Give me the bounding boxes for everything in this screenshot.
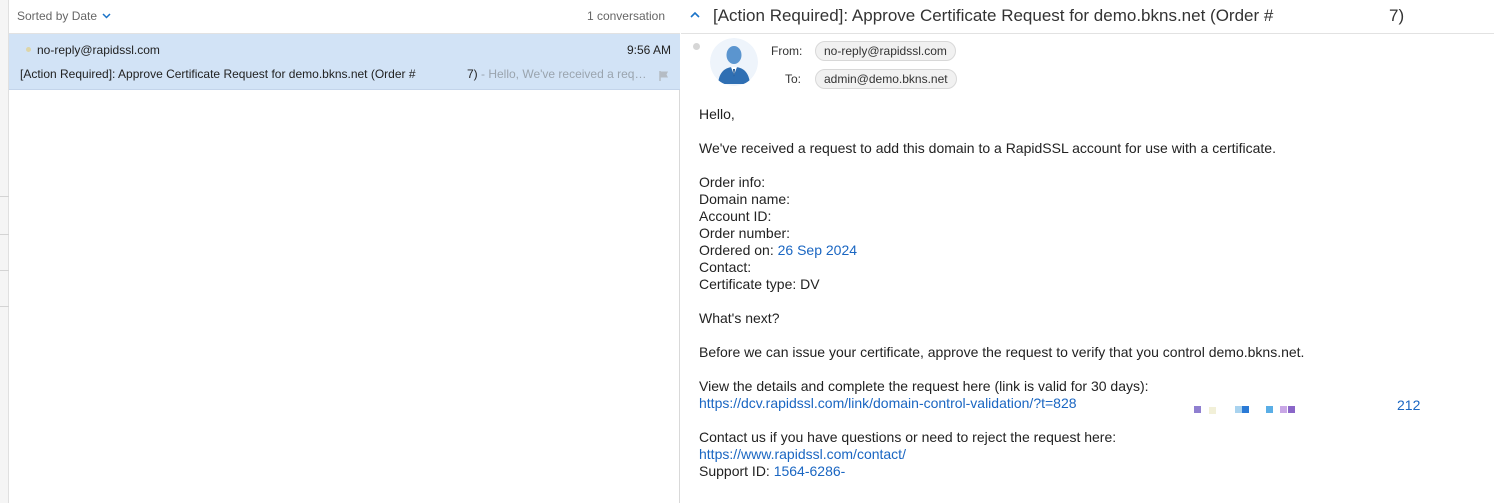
contact-link[interactable]: https://www.rapidssl.com/contact/ (699, 446, 906, 462)
message-time: 9:56 AM (626, 43, 671, 57)
conversation-count: 1 conversation (586, 9, 665, 23)
read-status-icon[interactable] (693, 43, 700, 50)
support-id-label: Support ID: (699, 463, 774, 479)
flag-icon[interactable] (658, 69, 670, 81)
contact-line: Contact: (699, 259, 752, 275)
recipient-address-chip[interactable]: admin@demo.bkns.net (815, 69, 957, 89)
whats-next-heading: What's next? (699, 310, 780, 326)
view-details-text: View the details and complete the reques… (699, 378, 1149, 394)
message-subject: [Action Required]: Approve Certificate R… (20, 67, 416, 81)
sender-address-chip[interactable]: no-reply@rapidssl.com (815, 41, 956, 61)
before-issue-text: Before we can issue your certificate, ap… (699, 344, 1305, 360)
ordered-on-label: Ordered on: (699, 242, 778, 258)
email-subject-tail: 7) (1389, 6, 1405, 25)
dcv-link[interactable]: https://dcv.rapidssl.com/link/domain-con… (699, 395, 1077, 411)
reading-pane-header: [Action Required]: Approve Certificate R… (681, 0, 1494, 34)
order-number-line: Order number: (699, 225, 791, 241)
mail-app: Sorted by Date 1 conversation no-reply@r… (0, 0, 1494, 503)
email-subject: [Action Required]: Approve Certificate R… (713, 6, 1274, 25)
redaction-pixel (1194, 406, 1201, 413)
from-label: From: (771, 44, 803, 58)
redaction-pixel (1235, 406, 1242, 413)
message-list-item[interactable]: no-reply@rapidssl.com 9:56 AM [Action Re… (9, 34, 680, 90)
to-label: To: (785, 72, 802, 86)
email-body: Hello, We've received a request to add t… (699, 106, 1479, 480)
redaction-pixel (1242, 406, 1249, 413)
redaction-pixel (1288, 406, 1295, 413)
support-id-value[interactable]: 1564-6286- (774, 463, 846, 479)
message-list-header: Sorted by Date 1 conversation (9, 0, 680, 34)
message-preview: - Hello, We've received a request to add… (481, 67, 652, 81)
divider (0, 196, 9, 197)
reading-pane: [Action Required]: Approve Certificate R… (681, 0, 1494, 503)
divider (0, 234, 9, 235)
unread-indicator-icon (26, 47, 31, 52)
chevron-up-icon[interactable] (688, 8, 702, 22)
dcv-link-tail[interactable]: 212 (1397, 397, 1420, 413)
domain-name-line: Domain name: (699, 191, 791, 207)
contact-us-text: Contact us if you have questions or need… (699, 429, 1117, 445)
intro-text: We've received a request to add this dom… (699, 140, 1276, 156)
chevron-down-icon (102, 11, 111, 22)
folder-pane-edge[interactable] (0, 0, 9, 503)
divider (0, 270, 9, 271)
redaction-pixel (1266, 406, 1273, 413)
message-list-pane: Sorted by Date 1 conversation no-reply@r… (9, 0, 680, 503)
avatar (710, 38, 758, 86)
sort-button[interactable]: Sorted by Date (17, 9, 111, 23)
message-subject-tail: 7) (467, 67, 478, 81)
redaction-pixel (1209, 407, 1216, 414)
certificate-type-line: Certificate type: DV (699, 276, 820, 292)
message-sender: no-reply@rapidssl.com (37, 43, 160, 57)
greeting: Hello, (699, 106, 735, 122)
ordered-on-line: Ordered on: 26 Sep 2024 (699, 242, 1479, 259)
redaction-pixel (1280, 406, 1287, 413)
sort-label: Sorted by Date (17, 9, 98, 23)
support-id-line: Support ID: 1564-6286- (699, 463, 1479, 480)
ordered-on-date-link[interactable]: 26 Sep 2024 (778, 242, 857, 258)
order-info-heading: Order info: (699, 174, 766, 190)
account-id-line: Account ID: (699, 208, 772, 224)
divider (0, 306, 9, 307)
